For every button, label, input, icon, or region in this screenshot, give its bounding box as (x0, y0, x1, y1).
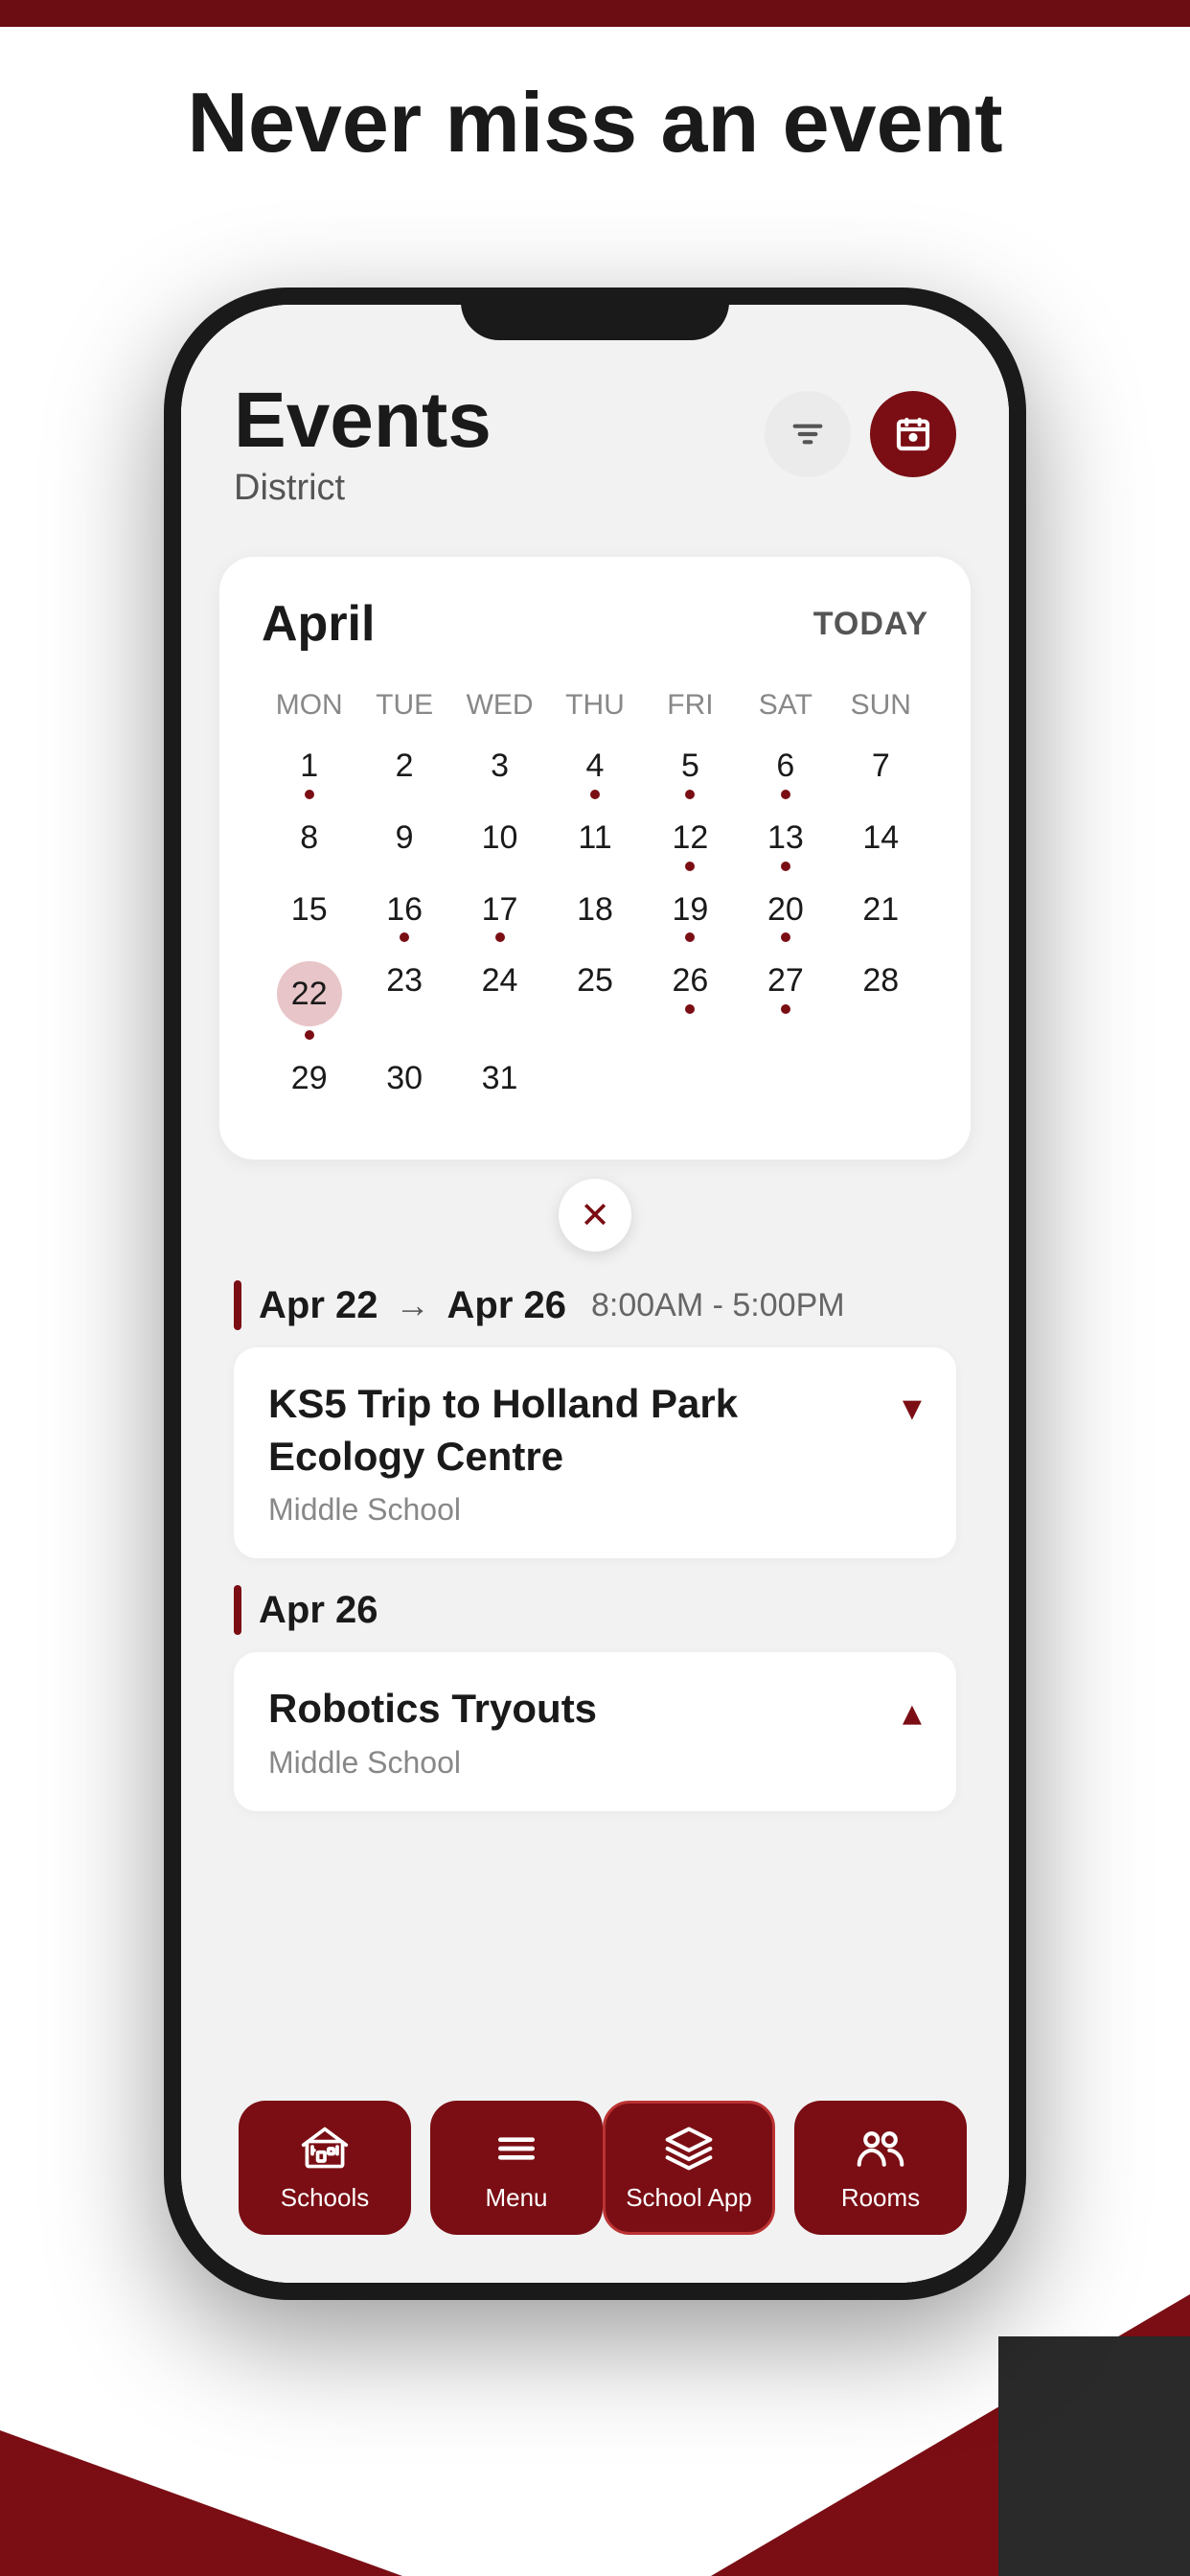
calendar-day-cell[interactable]: 25 (547, 952, 642, 1049)
calendar-day-cell[interactable]: 1 (262, 737, 356, 809)
calendar-day-cell[interactable]: 10 (452, 809, 547, 881)
calendar-day-cell[interactable]: 18 (547, 881, 642, 953)
events-list: Apr 22 → Apr 26 8:00AM - 5:00PM KS5 Trip to … (181, 1271, 1009, 1848)
calendar-day-cell[interactable]: 8 (262, 809, 356, 881)
calendar-day-cell[interactable]: 2 (356, 737, 451, 809)
calendar-day-cell[interactable]: 26 (643, 952, 738, 1049)
nav-rooms-label: Rooms (841, 2183, 920, 2213)
calendar-day-cell[interactable]: 3 (452, 737, 547, 809)
event-time: 8:00AM - 5:00PM (591, 1287, 845, 1324)
calendar-day-cell[interactable]: 27 (738, 952, 833, 1049)
event-date-indicator (234, 1585, 241, 1635)
header-buttons (765, 391, 956, 477)
calendar-day-cell[interactable]: 14 (834, 809, 928, 881)
calendar-card: April TODAY MONTUEWEDTHUFRISATSUN 123456… (219, 557, 971, 1160)
nav-schools-label: Schools (281, 2183, 370, 2213)
calendar-day-cell[interactable]: 30 (356, 1049, 451, 1121)
phone-screen: Events District (181, 305, 1009, 2283)
event-date-indicator (234, 1280, 241, 1330)
calendar-day-cell[interactable]: 4 (547, 737, 642, 809)
calendar-day-cell[interactable]: 23 (356, 952, 451, 1049)
calendar-day-cell[interactable]: 31 (452, 1049, 547, 1121)
calendar-button[interactable] (870, 391, 956, 477)
nav-schools-button[interactable]: Schools (239, 2101, 411, 2235)
calendar-day-header: FRI (643, 681, 738, 737)
today-button[interactable]: TODAY (813, 606, 928, 643)
calendar-day-cell (643, 1049, 738, 1121)
event-item-content: Robotics Tryouts Middle School (268, 1683, 597, 1781)
phone-mockup: Events District (164, 288, 1026, 2300)
calendar-cells[interactable]: 1234567891011121314151617181920212223242… (262, 737, 928, 1121)
calendar-day-cell[interactable]: 19 (643, 881, 738, 953)
nav-menu-button[interactable]: Menu (430, 2101, 603, 2235)
event-date-bar: Apr 26 (234, 1585, 956, 1635)
event-item[interactable]: Robotics Tryouts Middle School ▴ (234, 1652, 956, 1811)
calendar-day-cell[interactable]: 29 (262, 1049, 356, 1121)
calendar-day-header: SUN (834, 681, 928, 737)
screen-content: Events District (181, 305, 1009, 2283)
calendar-day-header: THU (547, 681, 642, 737)
event-item-content: KS5 Trip to Holland Park Ecology Centre M… (268, 1378, 903, 1528)
calendar-day-cell[interactable]: 22 (262, 952, 356, 1049)
calendar-day-cell[interactable]: 24 (452, 952, 547, 1049)
calendar-day-header: WED (452, 681, 547, 737)
event-date-arrow-icon: → (396, 1285, 430, 1325)
calendar-header: April TODAY (262, 595, 928, 653)
calendar-day-cell[interactable]: 6 (738, 737, 833, 809)
calendar-day-cell[interactable]: 12 (643, 809, 738, 881)
calendar-day-cell[interactable]: 21 (834, 881, 928, 953)
calendar-day-header: SAT (738, 681, 833, 737)
calendar-day-cell[interactable]: 17 (452, 881, 547, 953)
event-title: Robotics Tryouts (268, 1683, 597, 1736)
top-bar (0, 0, 1190, 27)
calendar-day-cell[interactable]: 15 (262, 881, 356, 953)
page-headline: Never miss an event (0, 77, 1190, 170)
event-item[interactable]: KS5 Trip to Holland Park Ecology Centre M… (234, 1347, 956, 1558)
calendar-day-cell[interactable]: 16 (356, 881, 451, 953)
calendar-day-cell (834, 1049, 928, 1121)
filter-button[interactable] (765, 391, 851, 477)
event-date-bar: Apr 22 → Apr 26 8:00AM - 5:00PM (234, 1280, 956, 1330)
event-school: Middle School (268, 1745, 597, 1781)
event-expand-button[interactable]: ▾ (903, 1386, 922, 1430)
phone-notch (461, 288, 729, 340)
bg-deco-corner (998, 2336, 1190, 2576)
nav-left: Schools Menu (239, 2101, 603, 2235)
event-date-end: Apr 26 (447, 1284, 567, 1327)
calendar-day-header: TUE (356, 681, 451, 737)
close-button-wrap: ✕ (181, 1179, 1009, 1252)
calendar-day-header: MON (262, 681, 356, 737)
calendar-day-cell[interactable]: 13 (738, 809, 833, 881)
event-expand-button[interactable]: ▴ (903, 1690, 922, 1735)
calendar-day-cell (738, 1049, 833, 1121)
nav-rooms-button[interactable]: Rooms (794, 2101, 967, 2235)
nav-menu-label: Menu (485, 2183, 547, 2213)
event-date-start: Apr 22 (259, 1284, 378, 1327)
calendar-day-cell (547, 1049, 642, 1121)
nav-school-app-label: School App (626, 2183, 752, 2213)
calendar-day-cell[interactable]: 20 (738, 881, 833, 953)
nav-school-app-button[interactable]: School App (603, 2101, 775, 2235)
close-calendar-button[interactable]: ✕ (559, 1179, 631, 1252)
calendar-day-cell[interactable]: 11 (547, 809, 642, 881)
nav-right: School App Rooms (603, 2101, 967, 2235)
calendar-day-cell[interactable]: 9 (356, 809, 451, 881)
calendar-month: April (262, 595, 375, 653)
calendar-day-cell[interactable]: 5 (643, 737, 738, 809)
calendar-day-headers: MONTUEWEDTHUFRISATSUN (262, 681, 928, 737)
app-title: Events (234, 381, 492, 460)
event-title: KS5 Trip to Holland Park Ecology Centre (268, 1378, 903, 1483)
header-title-group: Events District (234, 381, 492, 509)
bottom-nav: Schools Menu (181, 2072, 1009, 2283)
calendar-day-cell[interactable]: 28 (834, 952, 928, 1049)
app-subtitle: District (234, 468, 492, 509)
event-school: Middle School (268, 1492, 903, 1528)
calendar-day-cell[interactable]: 7 (834, 737, 928, 809)
event-date-start: Apr 26 (259, 1589, 378, 1632)
